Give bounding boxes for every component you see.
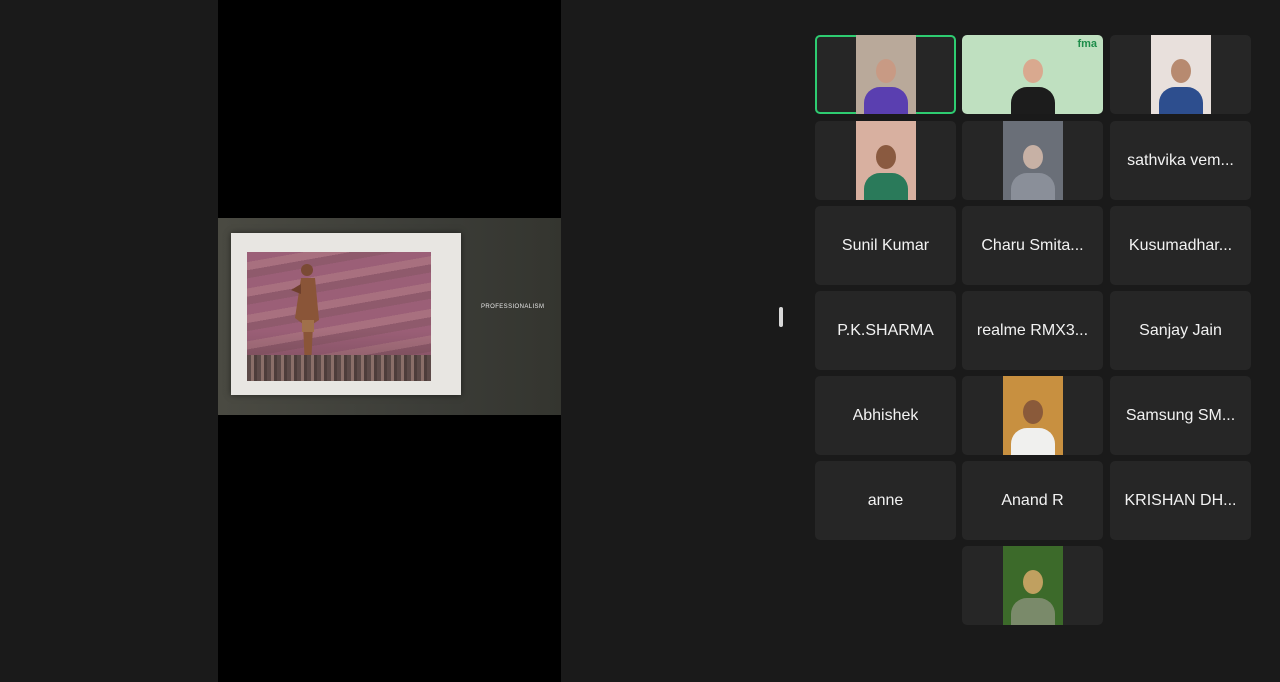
- participant-body: [863, 173, 908, 200]
- presentation-slide: PROFESSIONALISM: [218, 218, 561, 415]
- participant-tile-p14[interactable]: [962, 376, 1103, 455]
- participant-tile-p16[interactable]: anne: [815, 461, 956, 540]
- participant-tile-p7[interactable]: Sunil Kumar: [815, 206, 956, 285]
- participant-tile-p1[interactable]: [815, 35, 956, 114]
- participant-video: [1002, 121, 1063, 200]
- participant-head: [1170, 59, 1191, 83]
- participant-video: fma: [962, 35, 1103, 114]
- participant-head: [1022, 570, 1043, 594]
- slide-picture-frame: [231, 233, 461, 395]
- participant-name: Sunil Kumar: [841, 236, 930, 254]
- participant-head: [875, 59, 896, 83]
- participant-head: [1022, 400, 1043, 424]
- participant-head: [1022, 59, 1043, 83]
- participant-tile-p11[interactable]: realme RMX3...: [962, 291, 1103, 370]
- participant-tile-p2[interactable]: fma: [962, 35, 1103, 114]
- participant-head: [875, 145, 896, 169]
- participant-tile-p10[interactable]: P.K.SHARMA: [815, 291, 956, 370]
- participant-name: anne: [867, 491, 904, 509]
- participant-name: Anand R: [1001, 491, 1064, 509]
- participant-video: [855, 35, 916, 114]
- participant-tile-p18[interactable]: KRISHAN DH...: [1110, 461, 1251, 540]
- participant-tile-p12[interactable]: Sanjay Jain: [1110, 291, 1251, 370]
- participant-tile-p13[interactable]: Abhishek: [815, 376, 956, 455]
- participant-body: [1010, 598, 1055, 625]
- participant-body: [1010, 87, 1055, 114]
- painting-image: [247, 252, 431, 381]
- participant-tile-p8[interactable]: Charu Smita...: [962, 206, 1103, 285]
- participant-name: Charu Smita...: [981, 236, 1084, 254]
- participant-body: [1010, 428, 1055, 455]
- participant-tile-p6[interactable]: sathvika vem...: [1110, 121, 1251, 200]
- slide-caption: PROFESSIONALISM: [481, 304, 545, 310]
- participant-name: P.K.SHARMA: [837, 321, 934, 339]
- meeting-window: PROFESSIONALISM fma sathvika vem... Sunil …: [0, 0, 1280, 682]
- participant-name: Abhishek: [852, 406, 919, 424]
- participant-tile-p3[interactable]: [1110, 35, 1251, 114]
- participant-video: [855, 121, 916, 200]
- participant-video: [1150, 35, 1211, 114]
- participant-head: [1022, 145, 1043, 169]
- background-logo: fma: [1077, 38, 1097, 50]
- participant-name: realme RMX3...: [976, 321, 1089, 339]
- participant-video: [1002, 376, 1063, 455]
- participant-body: [1158, 87, 1203, 114]
- participant-name: Sanjay Jain: [1139, 321, 1222, 339]
- participant-name: KRISHAN DH...: [1124, 491, 1237, 509]
- participant-tile-p19[interactable]: [962, 546, 1103, 625]
- participant-tile-p15[interactable]: Samsung SM...: [1110, 376, 1251, 455]
- participant-name: Kusumadhar...: [1128, 236, 1233, 254]
- participant-tile-p4[interactable]: [815, 121, 956, 200]
- participant-body: [863, 87, 908, 114]
- participant-name: Samsung SM...: [1125, 406, 1236, 424]
- participant-name: sathvika vem...: [1127, 151, 1234, 169]
- participant-tile-p17[interactable]: Anand R: [962, 461, 1103, 540]
- participant-body: [1010, 173, 1055, 200]
- crowd-ground: [247, 355, 431, 381]
- participant-tile-p9[interactable]: Kusumadhar...: [1110, 206, 1251, 285]
- split-resize-handle[interactable]: [779, 307, 783, 327]
- participant-video: [1002, 546, 1063, 625]
- participant-tile-p5[interactable]: [962, 121, 1103, 200]
- shared-screen: PROFESSIONALISM: [218, 0, 561, 682]
